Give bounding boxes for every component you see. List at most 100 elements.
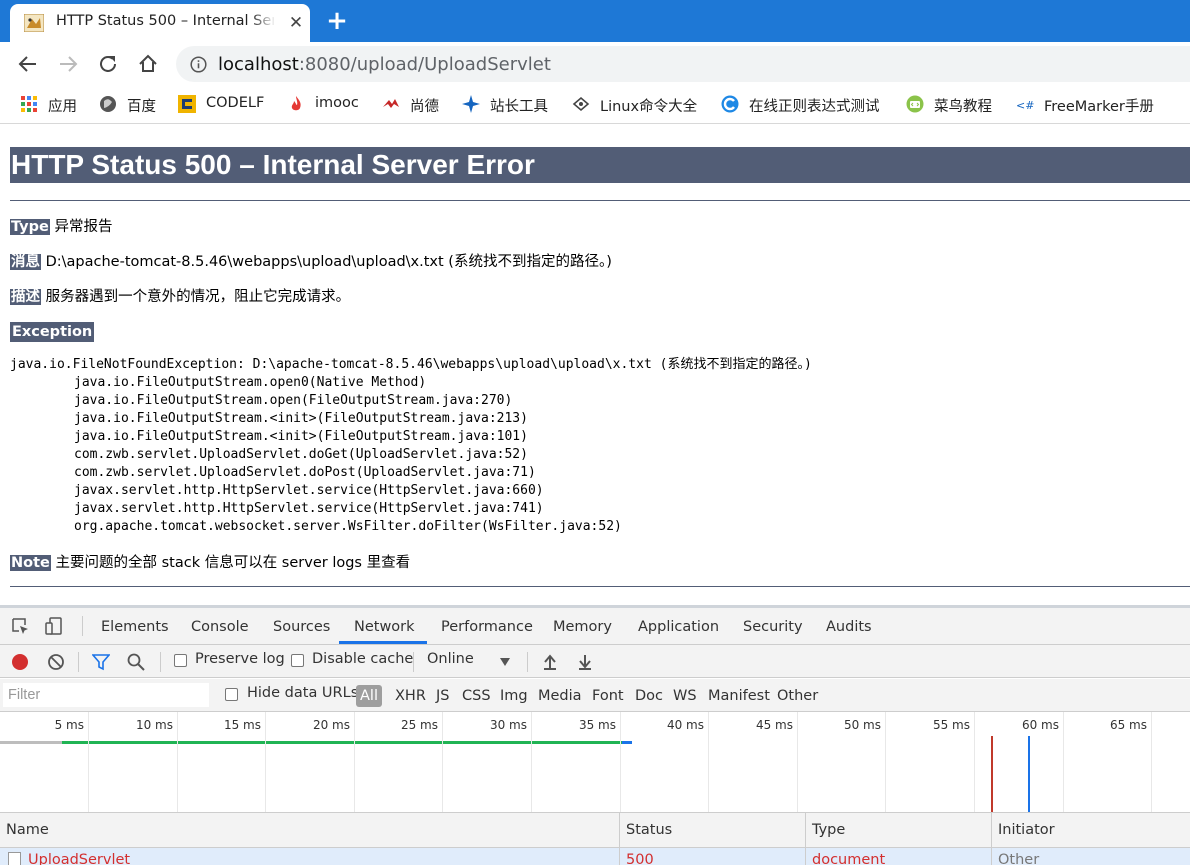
column-type[interactable]: Type [805,813,991,848]
type-filter-js[interactable]: JS [436,685,449,707]
column-initiator[interactable]: Initiator [991,813,1190,848]
throttling-select[interactable]: Online [427,651,474,667]
type-filter-ws[interactable]: WS [673,685,697,707]
forward-arrow-icon[interactable] [56,52,80,76]
preserve-log-checkbox[interactable] [174,654,187,667]
import-har-icon[interactable] [541,653,559,671]
disable-cache-label[interactable]: Disable cache [312,651,413,667]
bookmark-label: FreeMarker手册 [1044,99,1154,115]
inspect-element-icon[interactable] [12,618,30,636]
stack-frame: java.io.FileOutputStream.<init>(FileOutp… [74,429,528,444]
network-overview-timeline[interactable]: 5 ms 10 ms 15 ms 20 ms 25 ms 30 ms 35 ms 40 ms 4… [0,712,1190,813]
timeline-tick-label: 60 ms [1021,718,1059,732]
request-name-cell[interactable]: UploadServlet [0,848,620,865]
tab-console[interactable]: Console [191,608,249,644]
document-icon [8,852,21,865]
request-type: document [805,848,991,865]
timeline-tick-label: 30 ms [489,718,527,732]
timeline-gridline [88,712,89,812]
svg-text:<#>: <#> [1016,99,1034,112]
record-icon[interactable] [11,653,29,671]
devtools-panel: Elements Console Sources Network Perform… [0,605,1190,865]
tab-application[interactable]: Application [638,608,719,644]
type-filter-img[interactable]: Img [500,685,528,707]
type-value: 异常报告 [54,219,113,235]
timeline-gridline [620,712,621,812]
new-tab-button[interactable]: + [326,8,348,34]
reload-icon[interactable] [96,52,120,76]
timeline-tick-label: 65 ms [1109,718,1147,732]
tab-memory[interactable]: Memory [553,608,612,644]
filter-input[interactable] [3,683,209,707]
stack-trace-line: javax.servlet.http.HttpServlet.service(H… [10,500,812,518]
timeline-gridline [177,712,178,812]
column-status[interactable]: Status [619,813,805,848]
dropdown-triangle-icon[interactable] [499,657,511,667]
url-path: :8080/upload/UploadServlet [298,54,551,75]
tab-audits[interactable]: Audits [826,608,872,644]
type-filter-media[interactable]: Media [538,685,582,707]
timeline-tick-label: 55 ms [932,718,970,732]
back-arrow-icon[interactable] [16,52,40,76]
search-icon[interactable] [127,653,145,671]
timeline-gridline [797,712,798,812]
timeline-tick-label: 20 ms [312,718,350,732]
message-value: D:\apache-tomcat-8.5.46\webapps\upload\u… [45,254,612,270]
timeline-tick-label: 10 ms [135,718,173,732]
export-har-icon[interactable] [576,653,594,671]
tab-title-fade [250,10,276,34]
page-title: HTTP Status 500 – Internal Server Error [10,147,1190,183]
linux-icon [572,96,590,112]
requests-table-header: Name Status Type Initiator [0,813,1190,848]
toolbar-separator [413,652,414,672]
timeline-gridline [1063,712,1064,812]
stack-frame: javax.servlet.http.HttpServlet.service(H… [74,483,544,498]
type-filter-xhr[interactable]: XHR [395,685,426,707]
timeline-gridline [442,712,443,812]
bookmark-label: 百度 [127,99,156,115]
filter-funnel-icon[interactable] [92,653,110,671]
disable-cache-checkbox[interactable] [291,654,304,667]
home-icon[interactable] [136,52,160,76]
url-text[interactable]: localhost:8080/upload/UploadServlet [218,54,551,75]
hide-data-urls-checkbox[interactable] [225,688,238,701]
stack-trace-line: javax.servlet.http.HttpServlet.service(H… [10,482,812,500]
timeline-queue-bar [0,741,62,744]
browser-tab[interactable]: HTTP Status 500 – Internal Server Error … [10,4,310,42]
domcontentloaded-marker [1028,736,1030,812]
clear-icon[interactable] [47,653,65,671]
stack-frame: org.apache.tomcat.websocket.server.WsFil… [74,519,622,534]
table-row[interactable]: UploadServlet 500 document Other [0,848,1190,865]
type-filter-doc[interactable]: Doc [635,685,663,707]
codelf-icon [178,95,196,113]
bookmark-label: 站长工具 [490,99,548,115]
type-filter-all[interactable]: All [356,685,382,707]
timeline-gridline [974,712,975,812]
type-filter-css[interactable]: CSS [462,685,491,707]
preserve-log-label[interactable]: Preserve log [195,651,285,667]
type-filter-manifest[interactable]: Manifest [708,685,770,707]
address-bar[interactable]: localhost:8080/upload/UploadServlet [176,46,1190,82]
tab-sources[interactable]: Sources [273,608,330,644]
page-content: HTTP Status 500 – Internal Server Error … [0,125,1190,605]
apps-grid-icon [21,96,37,112]
type-filter-font[interactable]: Font [592,685,624,707]
type-filter-other[interactable]: Other [777,685,818,707]
info-icon[interactable] [190,56,207,73]
timeline-gridline [885,712,886,812]
tomcat-favicon-icon [24,14,44,32]
column-name[interactable]: Name [0,813,620,848]
tab-elements[interactable]: Elements [101,608,169,644]
timeline-waiting-bar [62,741,622,744]
type-line: Type 异常报告 [10,217,112,237]
type-label: Type [10,219,50,235]
message-label: 消息 [10,254,41,270]
tab-title: HTTP Status 500 – Internal Server Error [56,13,274,29]
device-toolbar-icon[interactable] [45,617,63,635]
divider [10,586,1190,587]
hide-data-urls-label[interactable]: Hide data URLs [247,685,358,701]
tab-network[interactable]: Network [354,608,415,644]
tab-close-icon[interactable]: ✕ [286,13,306,33]
tab-security[interactable]: Security [743,608,803,644]
tab-performance[interactable]: Performance [441,608,533,644]
